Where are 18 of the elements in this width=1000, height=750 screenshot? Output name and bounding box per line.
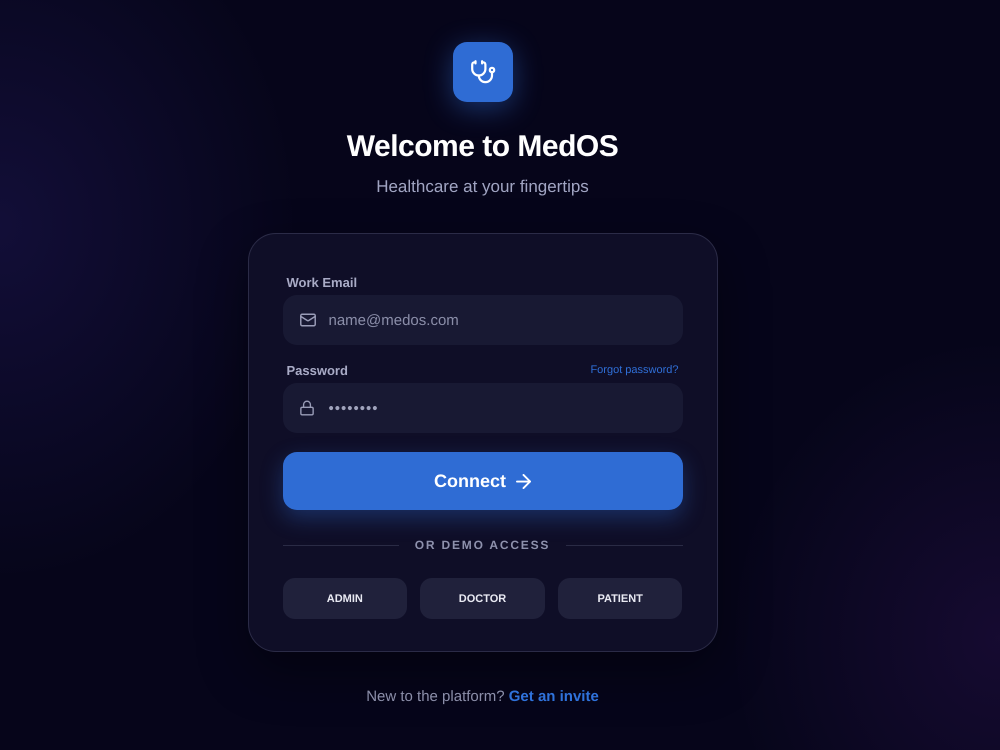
lock-icon [300,400,314,416]
mail-icon [300,314,316,326]
subtitle: Healthcare at your fingertips [376,177,589,197]
forgot-password-link[interactable]: Forgot password? [590,364,678,376]
signup-prompt: New to the platform? [366,688,505,705]
divider-label: OR DEMO ACCESS [414,538,550,552]
demo-role-button[interactable]: PATIENT [558,578,682,619]
invite-link[interactable]: Get an invite [508,688,599,705]
password-field[interactable]: •••••••• [282,383,682,433]
demo-role-button[interactable]: DOCTOR [420,578,545,619]
field-label: Password [286,362,348,378]
welcome-title: Welcome to MedOS [346,129,618,165]
field-label: Work Email [286,274,358,290]
arrow-right-icon [516,474,531,488]
connect-button[interactable]: Connect [282,452,682,510]
email-field[interactable]: name@medos.com [282,295,682,345]
demo-role-button[interactable]: ADMIN [282,578,408,619]
stethoscope-icon [452,42,512,102]
